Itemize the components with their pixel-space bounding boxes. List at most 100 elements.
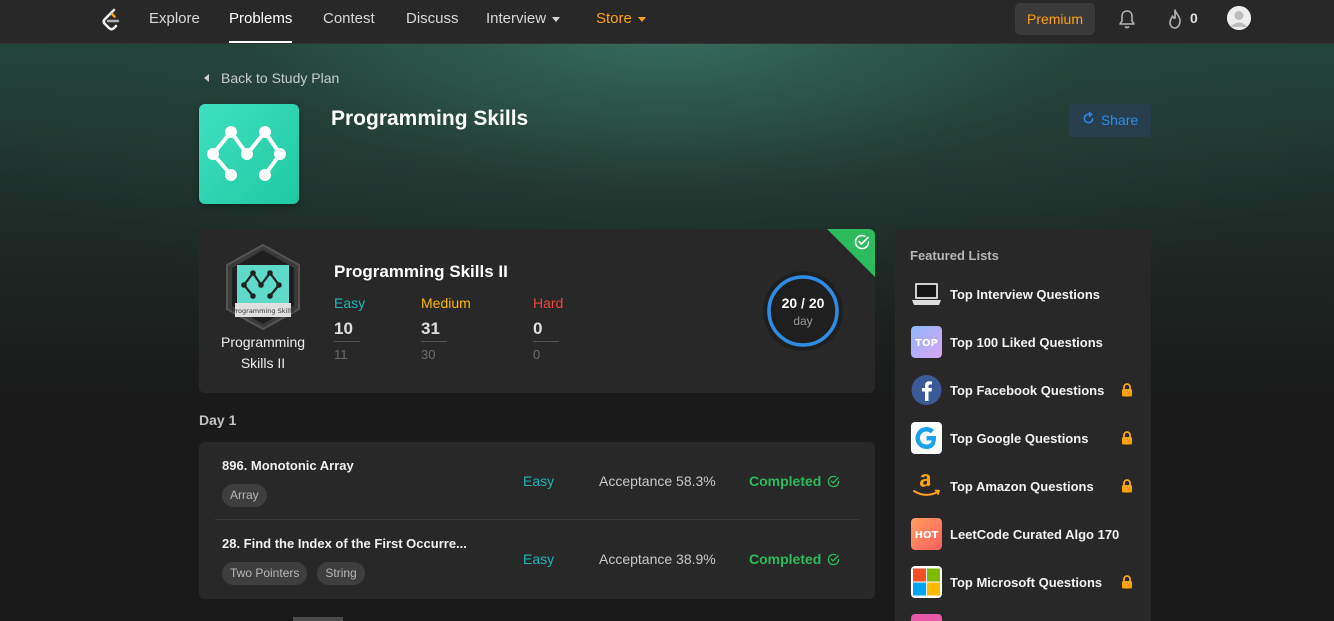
google-icon bbox=[911, 422, 942, 454]
badge-label: Programming Skills II bbox=[220, 334, 306, 371]
nodes-icon bbox=[207, 126, 286, 181]
question-title[interactable]: 896. Monotonic Array bbox=[222, 458, 354, 473]
nav-store-label: Store bbox=[596, 10, 632, 27]
topic-tag[interactable]: String bbox=[317, 562, 365, 585]
progress-card: Programming Skills Programming Skills II… bbox=[199, 229, 875, 393]
check-circle-icon bbox=[828, 553, 840, 566]
share-button[interactable]: Share bbox=[1069, 104, 1151, 137]
leetcode-logo-icon[interactable] bbox=[100, 8, 124, 34]
question-title[interactable]: 28. Find the Index of the First Occurre.… bbox=[222, 536, 467, 551]
amazon-icon bbox=[911, 470, 942, 502]
featured-item-label: Top Google Questions bbox=[950, 431, 1089, 446]
question-status: Completed bbox=[749, 551, 840, 567]
status-label: Completed bbox=[749, 551, 822, 567]
lock-icon bbox=[1122, 479, 1132, 493]
hard-label: Hard bbox=[533, 295, 564, 311]
horizontal-scrollbar[interactable] bbox=[293, 617, 343, 621]
question-difficulty: Easy bbox=[523, 473, 555, 489]
day-progress-count: 20 / 20 bbox=[781, 295, 825, 311]
badge-text: Programming Skills bbox=[232, 307, 295, 315]
medium-stat: Medium 31 30 bbox=[421, 295, 471, 362]
lock-icon bbox=[1122, 431, 1132, 445]
easy-total: 11 bbox=[334, 347, 348, 362]
nav-problems[interactable]: Problems bbox=[229, 0, 293, 44]
list-icon bbox=[911, 614, 942, 621]
hard-total: 0 bbox=[533, 347, 541, 362]
nav-interview[interactable]: Interview bbox=[486, 0, 561, 44]
featured-item[interactable]: Top Amazon Questions bbox=[911, 470, 1141, 504]
streak-count: 0 bbox=[1190, 10, 1198, 26]
user-icon bbox=[1227, 6, 1251, 30]
chevron-left-icon bbox=[204, 74, 209, 82]
study-plan-title: Programming Skills II bbox=[334, 262, 508, 281]
question-row[interactable]: 896. Monotonic Array Array Easy Acceptan… bbox=[215, 442, 859, 520]
question-acceptance: Acceptance 38.9% bbox=[599, 551, 716, 567]
facebook-icon bbox=[911, 374, 942, 406]
page-title: Programming Skills bbox=[331, 107, 529, 130]
hot-icon-text: HOT bbox=[915, 530, 939, 541]
medium-label: Medium bbox=[421, 295, 471, 311]
chevron-down-icon bbox=[637, 16, 646, 22]
bell-icon[interactable] bbox=[1116, 8, 1138, 30]
chevron-down-icon bbox=[552, 16, 561, 22]
laptop-icon bbox=[911, 278, 942, 310]
back-to-study-plan-link[interactable]: Back to Study Plan bbox=[204, 70, 339, 86]
question-list: 896. Monotonic Array Array Easy Acceptan… bbox=[199, 442, 875, 599]
medium-total: 30 bbox=[421, 347, 436, 362]
premium-button[interactable]: Premium bbox=[1015, 3, 1095, 35]
day-progress-unit: day bbox=[793, 314, 813, 328]
check-circle-icon bbox=[854, 234, 870, 250]
programming-skills-badge-icon: Programming Skills bbox=[226, 243, 300, 331]
featured-item[interactable] bbox=[911, 614, 1141, 621]
featured-lists-panel: Featured Lists Top Interview Questions T… bbox=[895, 229, 1151, 621]
featured-item-label: Top 100 Liked Questions bbox=[950, 335, 1103, 350]
hard-done: 0 bbox=[533, 319, 559, 342]
top-icon: TOP bbox=[911, 326, 942, 358]
nav-explore[interactable]: Explore bbox=[149, 0, 200, 44]
question-tags: Two Pointers String bbox=[222, 562, 365, 585]
featured-item[interactable]: Top Microsoft Questions bbox=[911, 566, 1141, 600]
question-status: Completed bbox=[749, 473, 840, 489]
featured-item[interactable]: HOT LeetCode Curated Algo 170 bbox=[911, 518, 1141, 552]
featured-item[interactable]: Top Interview Questions bbox=[911, 278, 1141, 312]
featured-item-label: Top Microsoft Questions bbox=[950, 575, 1103, 590]
topic-tag[interactable]: Two Pointers bbox=[222, 562, 308, 585]
flame-icon[interactable] bbox=[1165, 8, 1185, 30]
easy-done: 10 bbox=[334, 319, 360, 342]
top-nav: Explore Problems Contest Discuss Intervi… bbox=[0, 0, 1334, 44]
status-label: Completed bbox=[749, 473, 822, 489]
topic-tag[interactable]: Array bbox=[222, 484, 267, 507]
featured-item[interactable]: TOP Top 100 Liked Questions bbox=[911, 326, 1141, 360]
avatar[interactable] bbox=[1227, 6, 1251, 30]
lock-icon bbox=[1122, 383, 1132, 397]
question-acceptance: Acceptance 58.3% bbox=[599, 473, 716, 489]
featured-item[interactable]: Top Google Questions bbox=[911, 422, 1141, 456]
day-heading: Day 1 bbox=[199, 412, 237, 428]
featured-item[interactable]: Top Facebook Questions bbox=[911, 374, 1141, 408]
featured-item-label: Top Amazon Questions bbox=[950, 479, 1094, 494]
microsoft-icon bbox=[911, 566, 942, 598]
lock-icon bbox=[1122, 575, 1132, 589]
back-label: Back to Study Plan bbox=[221, 70, 340, 86]
hot-icon: HOT bbox=[911, 518, 942, 550]
question-row[interactable]: 28. Find the Index of the First Occurre.… bbox=[215, 520, 859, 598]
hard-stat: Hard 0 0 bbox=[533, 295, 563, 362]
featured-item-label: Top Interview Questions bbox=[950, 287, 1101, 302]
easy-label: Easy bbox=[334, 295, 366, 311]
nav-discuss[interactable]: Discuss bbox=[406, 0, 459, 44]
medium-done: 31 bbox=[421, 319, 447, 342]
question-difficulty: Easy bbox=[523, 551, 555, 567]
study-plan-icon bbox=[199, 104, 299, 204]
day-progress-text: 20 / 20 day bbox=[761, 295, 845, 328]
share-label: Share bbox=[1100, 112, 1139, 128]
top-icon-text: TOP bbox=[915, 338, 938, 349]
featured-item-label: LeetCode Curated Algo 170 bbox=[950, 527, 1120, 542]
check-circle-icon bbox=[828, 475, 840, 488]
nav-contest[interactable]: Contest bbox=[323, 0, 375, 44]
share-icon bbox=[1082, 104, 1095, 137]
nav-store[interactable]: Store bbox=[596, 0, 646, 44]
easy-stat: Easy 10 11 bbox=[334, 295, 365, 362]
featured-lists-title: Featured Lists bbox=[910, 248, 999, 263]
question-tags: Array bbox=[222, 484, 267, 507]
nav-interview-label: Interview bbox=[486, 10, 547, 27]
